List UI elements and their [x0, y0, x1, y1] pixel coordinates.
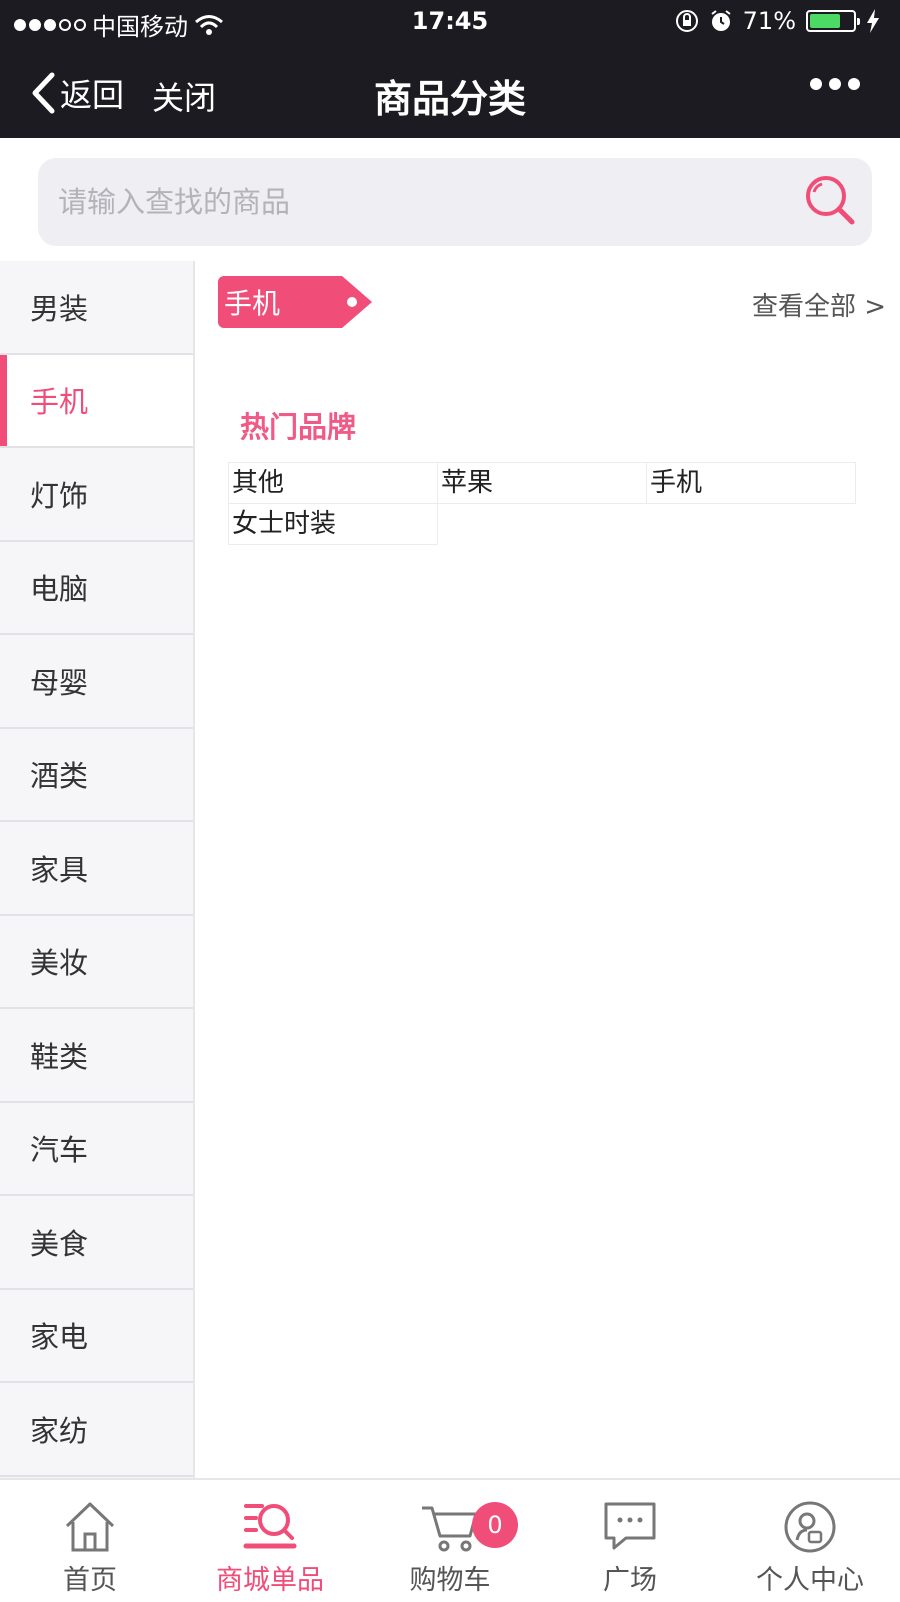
sidebar-item[interactable]: 家电: [0, 1290, 193, 1383]
view-all-link[interactable]: 查看全部 >: [752, 286, 886, 323]
category-tag-label: 手机: [224, 287, 281, 320]
chevron-left-icon: [32, 72, 55, 114]
chat-bubble-icon: [604, 1502, 656, 1550]
sidebar-item[interactable]: 汽车: [0, 1103, 193, 1196]
tab-cart-label: 购物车: [409, 1565, 491, 1596]
tab-home-label: 首页: [63, 1565, 117, 1596]
back-label: 返回: [60, 76, 125, 114]
tab-store-label: 商城单品: [216, 1565, 324, 1596]
battery-icon: [806, 10, 860, 32]
more-dot-icon: [829, 78, 841, 90]
sidebar-item[interactable]: 酒类: [0, 729, 193, 822]
sidebar-item[interactable]: 灯饰: [0, 448, 193, 542]
more-options-button[interactable]: [810, 78, 860, 90]
brand-cell[interactable]: 手机: [646, 462, 856, 504]
charging-icon: [867, 9, 879, 33]
tab-profile-label: 个人中心: [756, 1565, 864, 1596]
battery-percent: 71%: [742, 7, 796, 35]
tab-home[interactable]: 首页: [0, 1480, 180, 1602]
sidebar-item[interactable]: 家纺: [0, 1383, 193, 1477]
sidebar-item[interactable]: 家具: [0, 822, 193, 916]
category-sidebar: 男装 手机 灯饰 电脑 母婴 酒类 家具 美妆 鞋类 汽车 美食 家电 家纺: [0, 261, 195, 1479]
sidebar-item[interactable]: 鞋类: [0, 1009, 193, 1103]
sidebar-item[interactable]: 手机: [0, 354, 193, 448]
cart-count-badge: 0: [472, 1502, 518, 1548]
home-icon: [65, 1502, 115, 1552]
bottom-tab-bar: 首页 商城单品 购物车 0 广场 个人中心: [0, 1478, 900, 1600]
tab-cart[interactable]: 购物车: [360, 1480, 540, 1602]
page-title: 商品分类: [373, 77, 526, 121]
brand-cell[interactable]: 其他: [228, 462, 438, 504]
more-dot-icon: [810, 78, 822, 90]
search-icon[interactable]: [802, 172, 858, 228]
close-button[interactable]: 关闭: [152, 73, 216, 119]
tab-profile[interactable]: 个人中心: [720, 1480, 900, 1602]
status-bar: 中国移动 17:45 71%: [0, 0, 900, 44]
tab-square[interactable]: 广场: [540, 1480, 720, 1602]
brand-cell[interactable]: 苹果: [437, 462, 647, 504]
user-circle-icon: [784, 1501, 836, 1553]
brand-cell[interactable]: 女士时装: [228, 503, 438, 545]
rotation-lock-icon: [675, 10, 698, 32]
back-button[interactable]: 返回: [30, 70, 124, 116]
sidebar-item[interactable]: 美妆: [0, 916, 193, 1009]
cart-icon: [422, 1506, 478, 1552]
alarm-icon: [711, 10, 731, 31]
sidebar-item[interactable]: 美食: [0, 1196, 193, 1290]
tab-store[interactable]: 商城单品: [180, 1480, 360, 1602]
sidebar-item[interactable]: 电脑: [0, 542, 193, 635]
sidebar-item[interactable]: 男装: [0, 261, 193, 355]
status-right: 71%: [675, 7, 880, 35]
sidebar-item[interactable]: 母婴: [0, 635, 193, 729]
more-dot-icon: [848, 78, 860, 90]
search-bar: [38, 158, 872, 246]
hot-brands-title: 热门品牌: [240, 410, 357, 444]
tab-square-label: 广场: [603, 1565, 657, 1596]
nav-bar: 返回 关闭 商品分类: [0, 50, 900, 136]
top-bar: 中国移动 17:45 71% 返回 关闭 商品分类: [0, 0, 900, 138]
store-search-icon: [243, 1504, 297, 1549]
search-input[interactable]: [56, 158, 796, 246]
category-tag: 手机: [218, 276, 372, 328]
